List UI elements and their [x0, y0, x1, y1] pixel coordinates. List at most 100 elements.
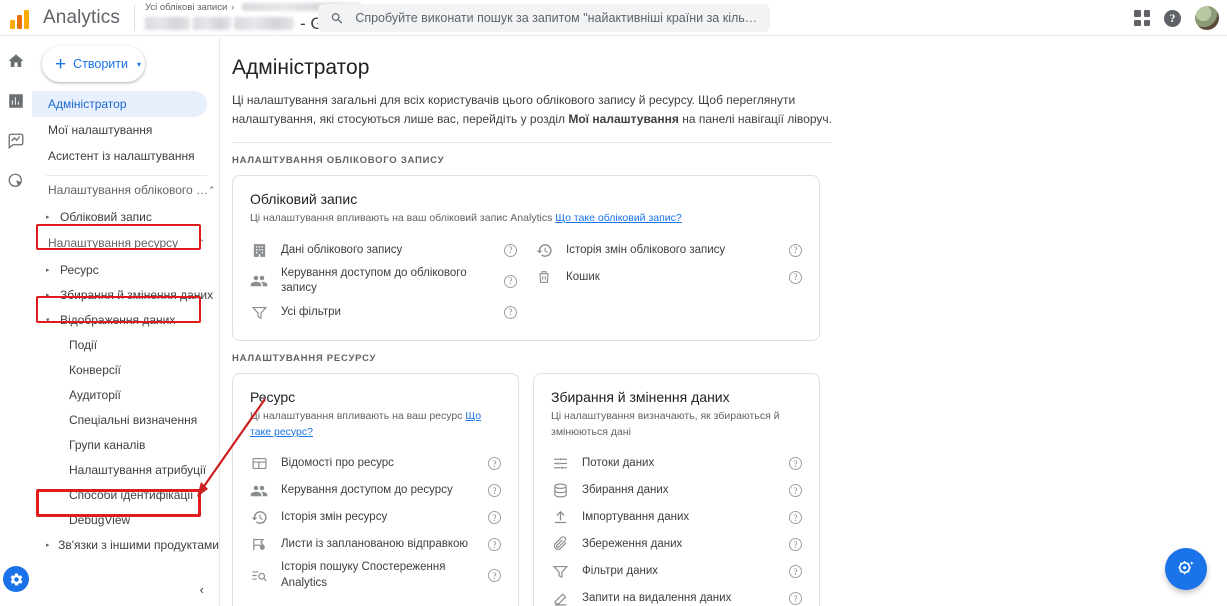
history-clock-icon — [535, 241, 553, 259]
account-card-subtitle: Ці налаштування впливають на ваш обліков… — [250, 211, 802, 227]
row-account-change-history[interactable]: Історія змін облікового запису ? — [535, 237, 802, 264]
help-icon[interactable]: ? — [789, 457, 802, 471]
sidebar-item-attribution-settings[interactable]: Налаштування атрибуції — [32, 457, 219, 482]
top-bar: Analytics Усі облікові записи › - GA4 ▾ … — [0, 0, 1227, 36]
help-icon[interactable]: ? — [789, 511, 802, 525]
help-icon[interactable]: ? — [789, 565, 802, 579]
sidebar-nav: Адміністратор Мої налаштування Асистент … — [32, 91, 219, 557]
row-account-details[interactable]: Дані облікового запису ? — [250, 237, 517, 264]
sidebar-item-conversions[interactable]: Конверсії — [32, 357, 219, 382]
property-cards-grid: Ресурс Ці налаштування впливають на ваш … — [232, 372, 1227, 606]
analytics-logo-icon — [10, 7, 34, 29]
row-analytics-intelligence-search-history[interactable]: Історія пошуку Спостереження Analytics ? — [250, 558, 501, 593]
row-scheduled-emails[interactable]: Листи із запланованою відправкою ? — [250, 531, 501, 558]
create-button-label: Створити — [73, 57, 128, 71]
help-icon[interactable]: ? — [488, 511, 501, 525]
row-data-retention[interactable]: Збереження даних ? — [551, 531, 802, 558]
row-account-details-label: Дані облікового запису — [281, 243, 403, 256]
data-streams-icon — [551, 455, 569, 473]
home-icon[interactable] — [7, 52, 25, 70]
data-collection-card-title: Збирання й змінення даних — [551, 388, 730, 405]
row-property-details[interactable]: Відомості про ресурс ? — [250, 450, 501, 477]
help-icon[interactable]: ? — [789, 484, 802, 498]
help-icon[interactable]: ? — [789, 538, 802, 552]
breadcrumb-all-accounts: Усі облікові записи — [144, 1, 228, 13]
row-account-access-management[interactable]: Керування доступом до облікового запису … — [250, 264, 517, 299]
divider — [133, 4, 135, 31]
gear-icon[interactable] — [3, 566, 29, 592]
sidebar-item-reporting-identity[interactable]: Способи ідентифікації — [32, 482, 219, 507]
triangle-right-icon: ▸ — [46, 291, 50, 299]
what-is-account-link[interactable]: Що таке обліковий запис? — [555, 212, 682, 224]
sidebar-item-events[interactable]: Події — [32, 332, 219, 357]
account-card-subtitle-text: Ці налаштування впливають на ваш обліков… — [250, 212, 556, 225]
chevron-up-icon: ⌃ — [208, 184, 216, 195]
row-data-collection[interactable]: Збирання даних ? — [551, 477, 802, 504]
row-scheduled-emails-label: Листи із запланованою відправкою — [281, 538, 469, 551]
sidebar: + Створити ▾ Адміністратор Мої налаштува… — [32, 36, 220, 606]
redacted-property-part2 — [192, 17, 231, 30]
chevron-right-icon: › — [231, 2, 235, 12]
sidebar-item-my-settings[interactable]: Мої налаштування — [32, 117, 219, 143]
sidebar-item-admin[interactable]: Адміністратор — [32, 91, 207, 117]
row-data-import[interactable]: Імпортування даних ? — [551, 504, 802, 531]
sidebar-collapse-row: ‹ — [32, 572, 219, 606]
row-data-deletion-requests[interactable]: Запити на видалення даних ? — [551, 585, 802, 606]
data-collection-card: Збирання й змінення даних Ці налаштуванн… — [533, 372, 820, 606]
property-card-subtitle-text: Ці налаштування впливають на ваш ресурс — [250, 409, 466, 422]
chevron-up-icon: ⌃ — [197, 237, 205, 248]
row-all-filters[interactable]: Усі фільтри ? — [250, 299, 517, 326]
avatar[interactable] — [1195, 6, 1219, 30]
sidebar-item-audiences[interactable]: Аудиторії — [32, 382, 219, 407]
reports-bar-chart-icon[interactable] — [7, 92, 25, 110]
row-data-collection-label: Збирання даних — [582, 484, 669, 497]
row-trash-can[interactable]: Кошик ? — [535, 264, 802, 291]
row-property-change-history-label: Історія змін ресурсу — [281, 511, 388, 524]
sidebar-item-property[interactable]: ▸ Ресурс — [32, 257, 219, 282]
insights-fab-button[interactable] — [1165, 548, 1207, 590]
help-icon[interactable]: ? — [789, 270, 802, 284]
apps-grid-icon[interactable] — [1134, 10, 1150, 26]
sidebar-item-account[interactable]: ▸ Обліковий запис — [32, 204, 219, 229]
sidebar-group-product-links[interactable]: ▸ Зв'язки з іншими продуктами — [32, 532, 219, 557]
row-data-streams-label: Потоки даних — [582, 457, 655, 470]
sidebar-item-debugview[interactable]: DebugView — [32, 507, 219, 532]
sidebar-group-property-settings[interactable]: Налаштування ресурсу ⌃ — [32, 229, 219, 257]
help-icon[interactable]: ? — [504, 243, 517, 257]
create-button[interactable]: + Створити ▾ — [42, 46, 145, 82]
help-icon[interactable]: ? — [789, 243, 802, 257]
help-icon[interactable]: ? — [504, 274, 517, 288]
row-property-change-history[interactable]: Історія змін ресурсу ? — [250, 504, 501, 531]
sidebar-group-product-links-label: Зв'язки з іншими продуктами — [58, 537, 219, 552]
help-icon[interactable]: ? — [488, 484, 501, 498]
scheduled-email-icon — [250, 536, 268, 554]
page-description-bold: Мої налаштування — [568, 111, 679, 126]
trash-icon — [535, 268, 553, 286]
search-input[interactable]: Спробуйте виконати пошук за запитом "най… — [318, 4, 770, 32]
help-icon[interactable]: ? — [504, 305, 517, 319]
explore-compass-icon[interactable] — [7, 132, 25, 150]
collapse-sidebar-button[interactable]: ‹ — [200, 582, 204, 597]
help-icon[interactable]: ? — [488, 569, 501, 583]
sidebar-group-account-settings[interactable]: Налаштування облікового … ⌃ — [32, 176, 219, 204]
sidebar-item-channel-groups[interactable]: Групи каналів — [32, 432, 219, 457]
row-property-access-management[interactable]: Керування доступом до ресурсу ? — [250, 477, 501, 504]
row-data-filters[interactable]: Фільтри даних ? — [551, 558, 802, 585]
plus-icon: + — [55, 53, 67, 75]
help-icon[interactable]: ? — [789, 592, 802, 606]
sidebar-item-data-collection[interactable]: ▸ Збирання й змінення даних — [32, 282, 219, 307]
redacted-property-part3 — [233, 17, 294, 30]
sidebar-item-setup-assistant[interactable]: Асистент із налаштування — [32, 143, 219, 169]
help-icon[interactable]: ? — [488, 457, 501, 471]
help-icon[interactable]: ? — [488, 538, 501, 552]
insights-sparkle-icon — [1178, 561, 1194, 575]
history-clock-icon — [250, 509, 268, 527]
advertising-target-icon[interactable] — [7, 172, 25, 190]
sidebar-item-property-label: Ресурс — [60, 262, 99, 277]
sidebar-item-custom-definitions[interactable]: Спеціальні визначення — [32, 407, 219, 432]
row-data-streams[interactable]: Потоки даних ? — [551, 450, 802, 477]
property-card-subtitle: Ці налаштування впливають на ваш ресурс … — [250, 409, 501, 441]
row-property-details-label: Відомості про ресурс — [281, 457, 394, 470]
help-circle-icon[interactable]: ? — [1164, 9, 1181, 27]
sidebar-item-data-display[interactable]: ▾ Відображення даних — [32, 307, 219, 332]
